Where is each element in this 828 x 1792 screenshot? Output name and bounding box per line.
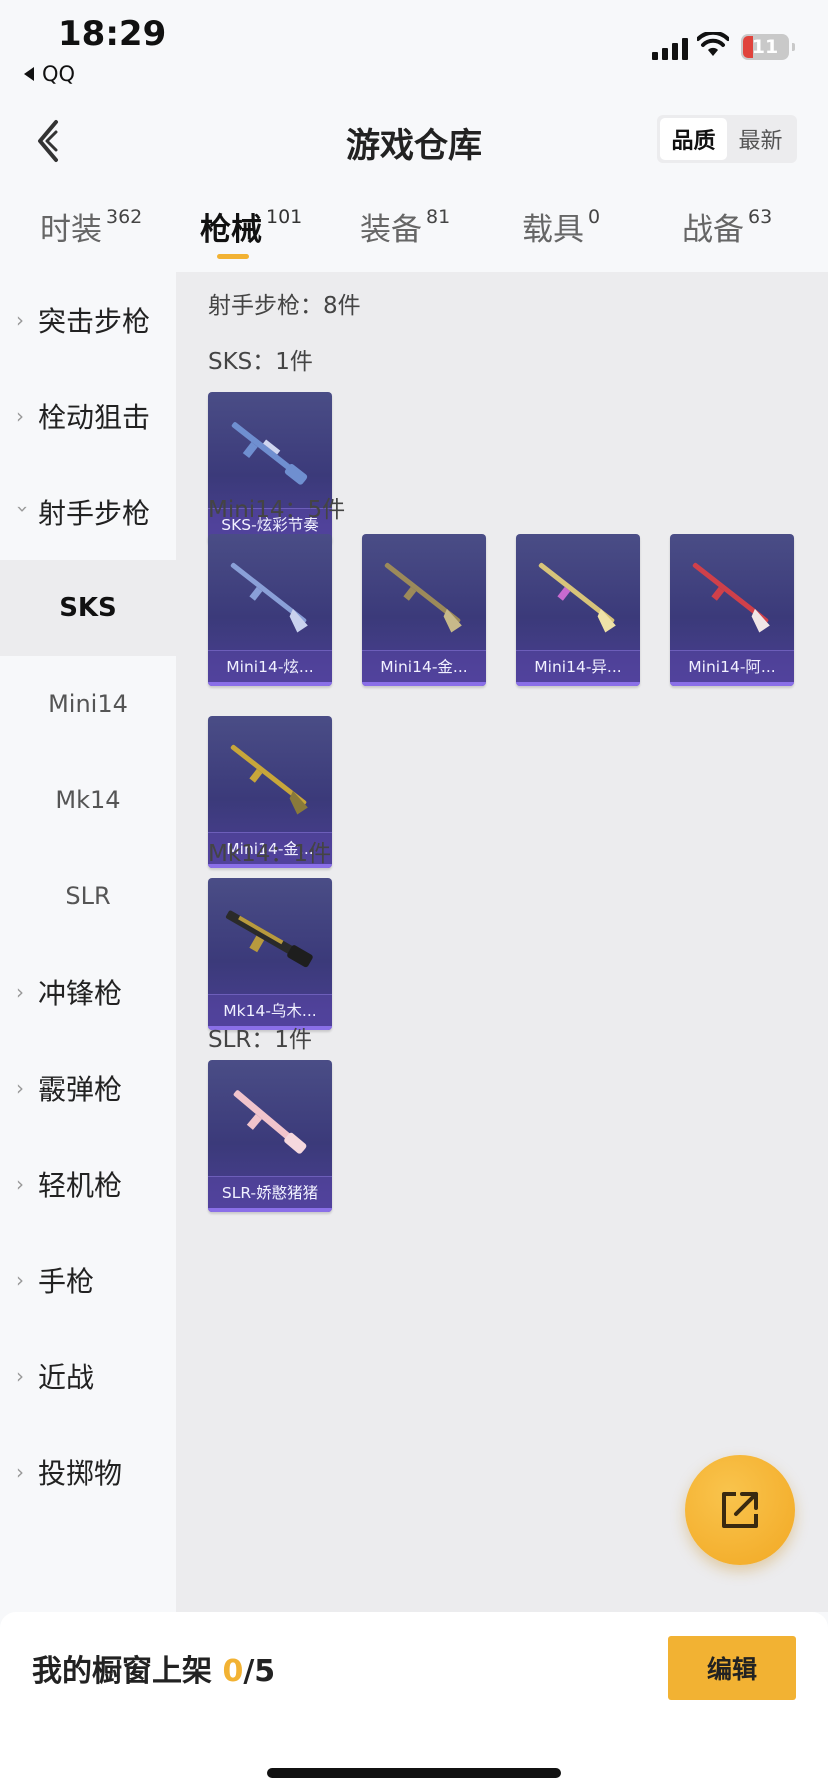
bottom-bar: 我的橱窗上架 0/5 编辑 bbox=[0, 1612, 828, 1792]
sort-newest-option[interactable]: 最新 bbox=[727, 118, 794, 160]
sidebar-item-label: 冲锋枪 bbox=[38, 977, 123, 1010]
chevron-right-icon: › bbox=[16, 1460, 24, 1484]
sidebar: › 突击步枪 › 栓动狙击 › 射手步枪 SKS Mini14 Mk14 SLR › 冲… bbox=[0, 272, 176, 1612]
battery-level: 11 bbox=[751, 36, 779, 58]
sidebar-item-bolt-action[interactable]: › 栓动狙击 bbox=[0, 368, 176, 464]
tab-label: 载具 bbox=[522, 212, 584, 248]
sidebar-item-assault-rifles[interactable]: › 突击步枪 bbox=[0, 272, 176, 368]
sidebar-item-marksman-rifles[interactable]: › 射手步枪 bbox=[0, 464, 176, 560]
sidebar-subitem-sks[interactable]: SKS bbox=[0, 560, 176, 656]
sidebar-item-melee[interactable]: › 近战 bbox=[0, 1328, 176, 1424]
rifle-skin-icon bbox=[692, 562, 770, 633]
wifi-icon bbox=[697, 32, 729, 56]
status-time: 18:29 bbox=[58, 14, 167, 54]
sidebar-item-label: 栓动狙击 bbox=[38, 401, 151, 434]
back-app-label: QQ bbox=[42, 62, 76, 86]
sidebar-item-shotgun[interactable]: › 霰弹枪 bbox=[0, 1040, 176, 1136]
rifle-skin-icon bbox=[230, 562, 308, 633]
chevron-right-icon: › bbox=[16, 1076, 24, 1100]
tab-fashion[interactable]: 时装 362 bbox=[40, 204, 142, 249]
item-name: Mini14-炫... bbox=[208, 650, 332, 682]
tab-label: 时装 bbox=[40, 212, 102, 248]
sidebar-item-lmg[interactable]: › 轻机枪 bbox=[0, 1136, 176, 1232]
sidebar-item-label: 射手步枪 bbox=[38, 497, 151, 530]
back-to-app[interactable]: QQ bbox=[24, 62, 75, 86]
showcase-total: /5 bbox=[243, 1654, 276, 1689]
sidebar-item-label: 轻机枪 bbox=[38, 1169, 123, 1202]
item-card[interactable]: Mk14-乌木... bbox=[208, 878, 332, 1030]
cellular-signal-icon bbox=[652, 36, 688, 60]
item-card[interactable]: Mini14-金... bbox=[362, 534, 486, 686]
sort-quality-option[interactable]: 品质 bbox=[660, 118, 727, 160]
showcase-current: 0 bbox=[222, 1654, 244, 1689]
item-grid-panel: 射手步枪：8件 SKS：1件 SKS-炫彩节奏 Mini14：5件 Mini14… bbox=[176, 272, 828, 1612]
sidebar-subitem-mini14[interactable]: Mini14 bbox=[0, 656, 176, 752]
sidebar-item-label: 霰弹枪 bbox=[38, 1073, 123, 1106]
rifle-skin-icon bbox=[538, 562, 616, 633]
item-card[interactable]: SLR-娇憨猪猪 bbox=[208, 1060, 332, 1212]
home-indicator[interactable] bbox=[267, 1768, 561, 1778]
group-title-slr: SLR：1件 bbox=[208, 1027, 313, 1053]
rifle-skin-icon bbox=[231, 422, 308, 485]
tab-count: 0 bbox=[588, 206, 601, 228]
showcase-label: 我的橱窗上架 bbox=[32, 1654, 212, 1689]
sidebar-item-throwables[interactable]: › 投掷物 bbox=[0, 1424, 176, 1520]
showcase-status: 我的橱窗上架 0/5 bbox=[32, 1646, 275, 1690]
category-tabs: 时装 362 枪械 101 装备 81 载具 0 战备 63 bbox=[0, 190, 828, 272]
item-card[interactable]: Mini14-异... bbox=[516, 534, 640, 686]
tab-count: 362 bbox=[106, 206, 143, 228]
battery-icon: 11 bbox=[741, 34, 795, 60]
group-title-sks: SKS：1件 bbox=[208, 349, 313, 375]
sidebar-item-pistol[interactable]: › 手枪 bbox=[0, 1232, 176, 1328]
chevron-down-icon: › bbox=[11, 505, 35, 513]
chevron-right-icon: › bbox=[16, 1268, 24, 1292]
share-export-icon bbox=[722, 1492, 758, 1528]
item-name: Mini14-阿... bbox=[670, 650, 794, 682]
rifle-skin-icon bbox=[233, 1090, 307, 1154]
active-tab-indicator bbox=[217, 254, 249, 259]
tab-label: 战备 bbox=[682, 212, 744, 248]
sidebar-subitem-slr[interactable]: SLR bbox=[0, 848, 176, 944]
chevron-right-icon: › bbox=[16, 1364, 24, 1388]
item-card[interactable]: Mini14-炫... bbox=[208, 534, 332, 686]
tab-label: 枪械 bbox=[200, 212, 262, 248]
chevron-right-icon: › bbox=[16, 404, 24, 428]
tab-equipment[interactable]: 装备 81 bbox=[360, 204, 450, 249]
chevron-right-icon: › bbox=[16, 308, 24, 332]
rifle-skin-icon bbox=[230, 744, 308, 815]
item-card[interactable]: Mini14-阿... bbox=[670, 534, 794, 686]
tab-combat-gear[interactable]: 战备 63 bbox=[682, 204, 772, 249]
status-bar: 18:29 QQ 11 bbox=[0, 0, 828, 96]
chevron-right-icon: › bbox=[16, 980, 24, 1004]
sidebar-item-label: 投掷物 bbox=[38, 1457, 123, 1490]
tab-label: 装备 bbox=[360, 212, 422, 248]
chevron-right-icon: › bbox=[16, 1172, 24, 1196]
sidebar-item-smg[interactable]: › 冲锋枪 bbox=[0, 944, 176, 1040]
sidebar-item-label: 近战 bbox=[38, 1361, 95, 1394]
sort-toggle: 品质 最新 bbox=[657, 115, 797, 163]
group-title-mini14: Mini14：5件 bbox=[208, 497, 346, 523]
rifle-skin-icon bbox=[225, 910, 313, 968]
header: 游戏仓库 品质 最新 bbox=[0, 96, 828, 184]
back-triangle-icon bbox=[24, 67, 34, 81]
item-name: Mini14-异... bbox=[516, 650, 640, 682]
section-heading: 射手步枪：8件 bbox=[208, 293, 361, 319]
item-name: SLR-娇憨猪猪 bbox=[208, 1176, 332, 1208]
tab-count: 101 bbox=[266, 206, 303, 228]
tab-vehicles[interactable]: 载具 0 bbox=[522, 204, 600, 249]
share-export-button[interactable] bbox=[685, 1455, 795, 1565]
sidebar-subitem-mk14[interactable]: Mk14 bbox=[0, 752, 176, 848]
sidebar-item-label: 手枪 bbox=[38, 1265, 95, 1298]
tab-firearms[interactable]: 枪械 101 bbox=[200, 204, 302, 249]
group-title-mk14: Mk14：1件 bbox=[208, 841, 332, 867]
item-name: Mini14-金... bbox=[362, 650, 486, 682]
edit-button[interactable]: 编辑 bbox=[668, 1636, 796, 1700]
tab-count: 63 bbox=[748, 206, 773, 228]
sidebar-item-label: 突击步枪 bbox=[38, 305, 151, 338]
tab-count: 81 bbox=[426, 206, 451, 228]
rifle-skin-icon bbox=[384, 562, 462, 633]
